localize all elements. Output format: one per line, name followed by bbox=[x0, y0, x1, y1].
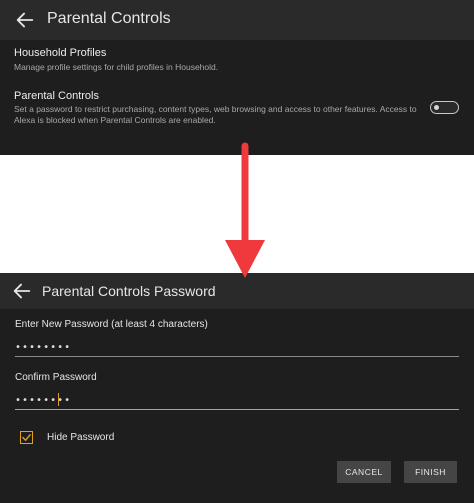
back-arrow-icon[interactable] bbox=[14, 9, 36, 31]
back-arrow-icon[interactable] bbox=[11, 280, 33, 302]
parental-controls-password-screen: Parental Controls Password Enter New Pas… bbox=[0, 273, 474, 503]
parental-controls-screen: Parental Controls Household Profiles Man… bbox=[0, 0, 474, 155]
down-arrow-icon bbox=[225, 142, 265, 278]
new-password-label: Enter New Password (at least 4 character… bbox=[15, 319, 208, 330]
top-app-bar: Parental Controls bbox=[0, 0, 474, 40]
cancel-button[interactable]: CANCEL bbox=[337, 461, 391, 483]
hide-password-checkbox[interactable] bbox=[20, 431, 33, 444]
parental-controls-description: Set a password to restrict purchasing, c… bbox=[14, 104, 417, 125]
new-password-input[interactable] bbox=[15, 339, 459, 357]
hide-password-label[interactable]: Hide Password bbox=[47, 432, 114, 443]
toggle-knob bbox=[434, 104, 439, 110]
page-title: Parental Controls bbox=[47, 10, 171, 27]
text-cursor bbox=[58, 393, 59, 406]
parental-controls-toggle[interactable] bbox=[430, 101, 459, 114]
confirm-password-label: Confirm Password bbox=[15, 372, 97, 383]
password-page-title: Parental Controls Password bbox=[42, 283, 216, 299]
checkmark-icon bbox=[22, 434, 31, 441]
finish-button[interactable]: FINISH bbox=[404, 461, 457, 483]
household-profiles-title[interactable]: Household Profiles bbox=[14, 47, 106, 59]
parental-controls-setting-title: Parental Controls bbox=[14, 90, 99, 102]
household-profiles-description: Manage profile settings for child profil… bbox=[14, 62, 219, 72]
confirm-password-input[interactable] bbox=[15, 392, 459, 410]
